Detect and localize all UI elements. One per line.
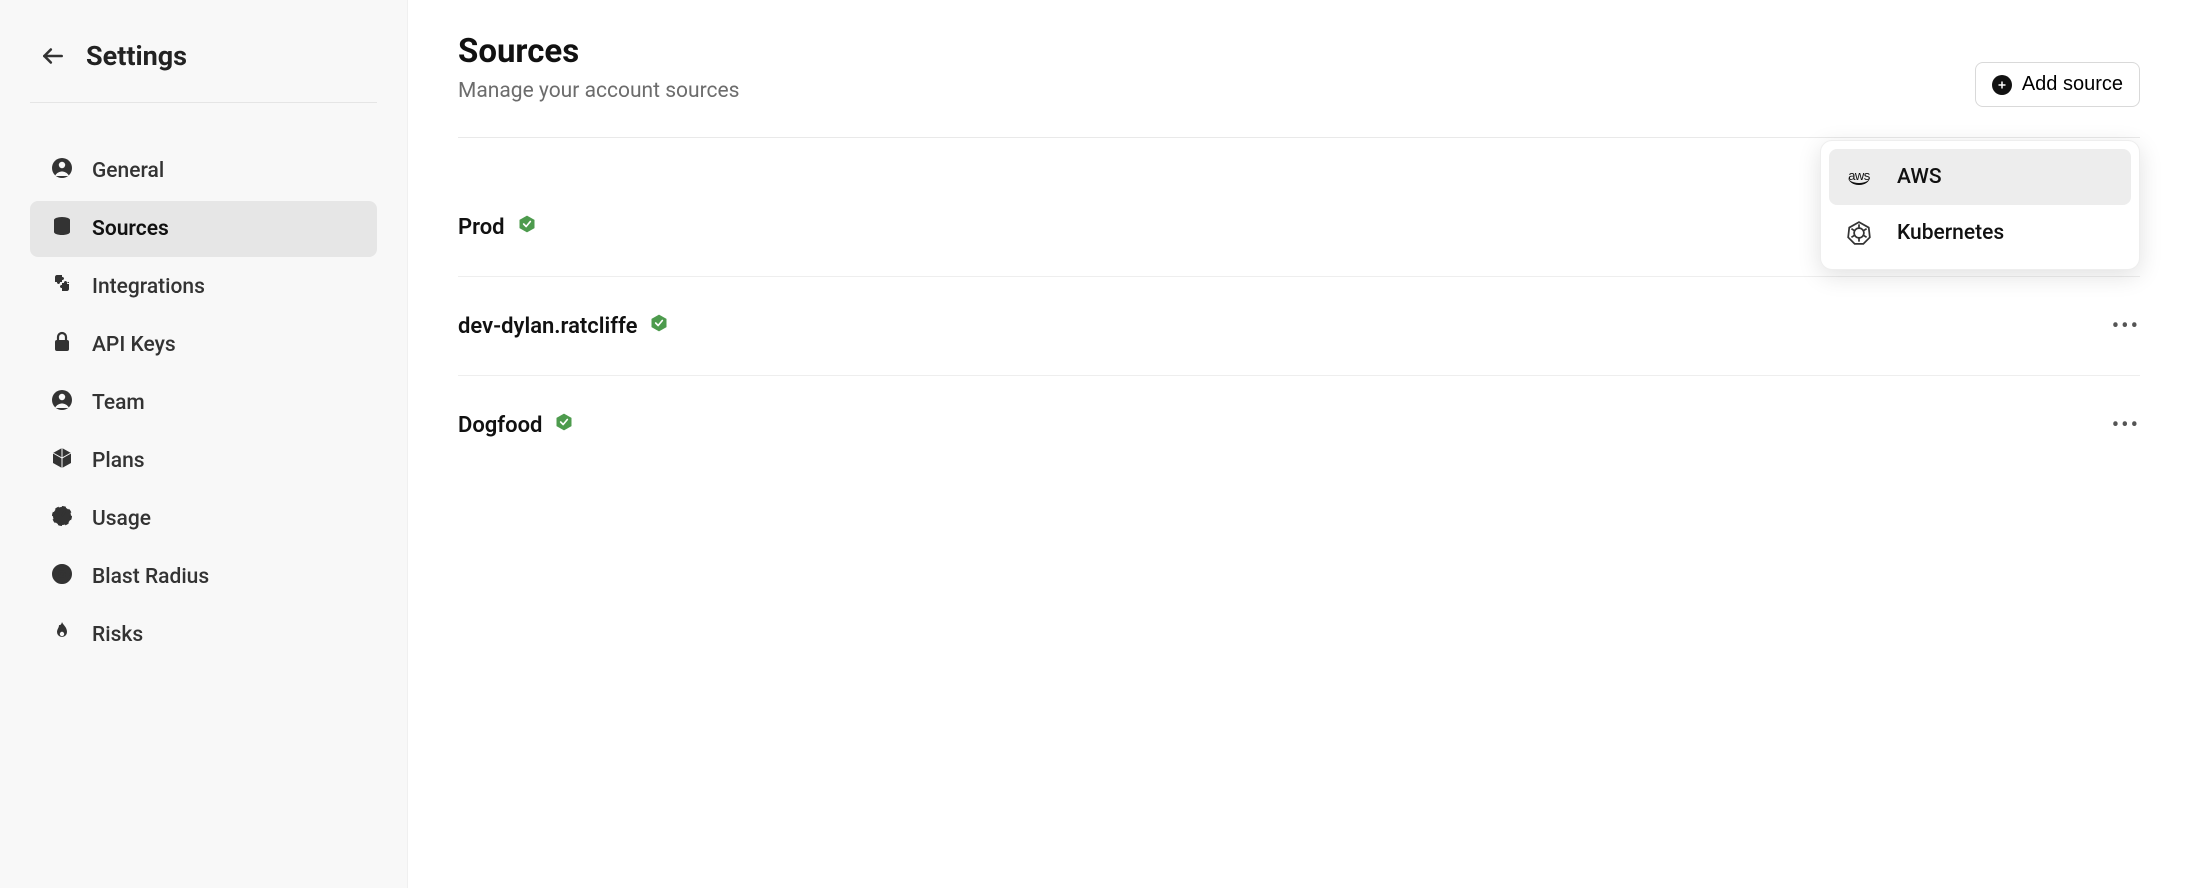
sidebar-item-risks[interactable]: Risks — [30, 607, 377, 663]
sidebar-item-general[interactable]: General — [30, 143, 377, 199]
main-content: Sources Manage your account sources Add … — [408, 0, 2190, 888]
sidebar-item-label: Integrations — [92, 275, 205, 299]
sidebar-header: Settings — [30, 40, 377, 103]
sidebar-item-team[interactable]: Team — [30, 375, 377, 431]
back-arrow-icon[interactable] — [40, 43, 66, 69]
plus-circle-icon — [1992, 75, 2012, 95]
sidebar-item-label: Plans — [92, 449, 145, 473]
sidebar-item-integrations[interactable]: Integrations — [30, 259, 377, 315]
flame-icon — [50, 620, 74, 650]
sidebar-item-blast-radius[interactable]: Blast Radius — [30, 549, 377, 605]
cube-icon — [50, 446, 74, 476]
status-healthy-icon — [649, 313, 669, 339]
sidebar-title: Settings — [86, 40, 187, 72]
source-row: dev-dylan.ratcliffe ••• — [458, 277, 2140, 376]
row-menu-icon[interactable]: ••• — [2112, 314, 2140, 339]
user-circle-icon — [50, 388, 74, 418]
source-name-label: Dogfood — [458, 413, 542, 438]
sidebar-item-label: Risks — [92, 623, 143, 647]
puzzle-icon — [50, 272, 74, 302]
source-name-label: Prod — [458, 215, 505, 240]
page-header: Sources Manage your account sources Add … — [458, 32, 2140, 138]
target-icon — [50, 562, 74, 592]
page-title: Sources — [458, 32, 740, 71]
dropdown-item-label: AWS — [1897, 165, 1942, 189]
source-name[interactable]: dev-dylan.ratcliffe — [458, 313, 669, 339]
aws-icon: aws — [1845, 163, 1873, 191]
sidebar-item-label: General — [92, 159, 164, 183]
add-source-button[interactable]: Add source — [1975, 62, 2140, 107]
add-source-label: Add source — [2022, 73, 2123, 96]
sidebar-item-label: Blast Radius — [92, 565, 209, 589]
sidebar-item-label: Team — [92, 391, 145, 415]
sidebar-item-api-keys[interactable]: API Keys — [30, 317, 377, 373]
add-source-dropdown: aws AWS Kubernetes — [1820, 140, 2140, 270]
sidebar-item-label: Usage — [92, 507, 151, 531]
sidebar-nav: General Sources Integrations API Keys Team Pl… — [30, 143, 377, 663]
dropdown-item-kubernetes[interactable]: Kubernetes — [1829, 205, 2131, 261]
row-menu-icon[interactable]: ••• — [2112, 413, 2140, 438]
sidebar-item-usage[interactable]: Usage — [30, 491, 377, 547]
dropdown-item-aws[interactable]: aws AWS — [1829, 149, 2131, 205]
user-circle-icon — [50, 156, 74, 186]
kubernetes-icon — [1845, 219, 1873, 247]
sidebar-item-label: API Keys — [92, 333, 176, 357]
source-name-label: dev-dylan.ratcliffe — [458, 314, 637, 339]
sidebar-item-label: Sources — [92, 217, 169, 241]
page-subtitle: Manage your account sources — [458, 79, 740, 103]
sidebar-item-sources[interactable]: Sources — [30, 201, 377, 257]
status-healthy-icon — [554, 412, 574, 438]
dropdown-item-label: Kubernetes — [1897, 221, 2004, 245]
source-row: Dogfood ••• — [458, 376, 2140, 474]
lock-icon — [50, 330, 74, 360]
stack-icon — [50, 214, 74, 244]
source-name[interactable]: Prod — [458, 214, 537, 240]
settings-sidebar: Settings General Sources Integrations API K… — [0, 0, 408, 888]
sidebar-item-plans[interactable]: Plans — [30, 433, 377, 489]
gauge-icon — [50, 504, 74, 534]
status-healthy-icon — [517, 214, 537, 240]
source-name[interactable]: Dogfood — [458, 412, 574, 438]
